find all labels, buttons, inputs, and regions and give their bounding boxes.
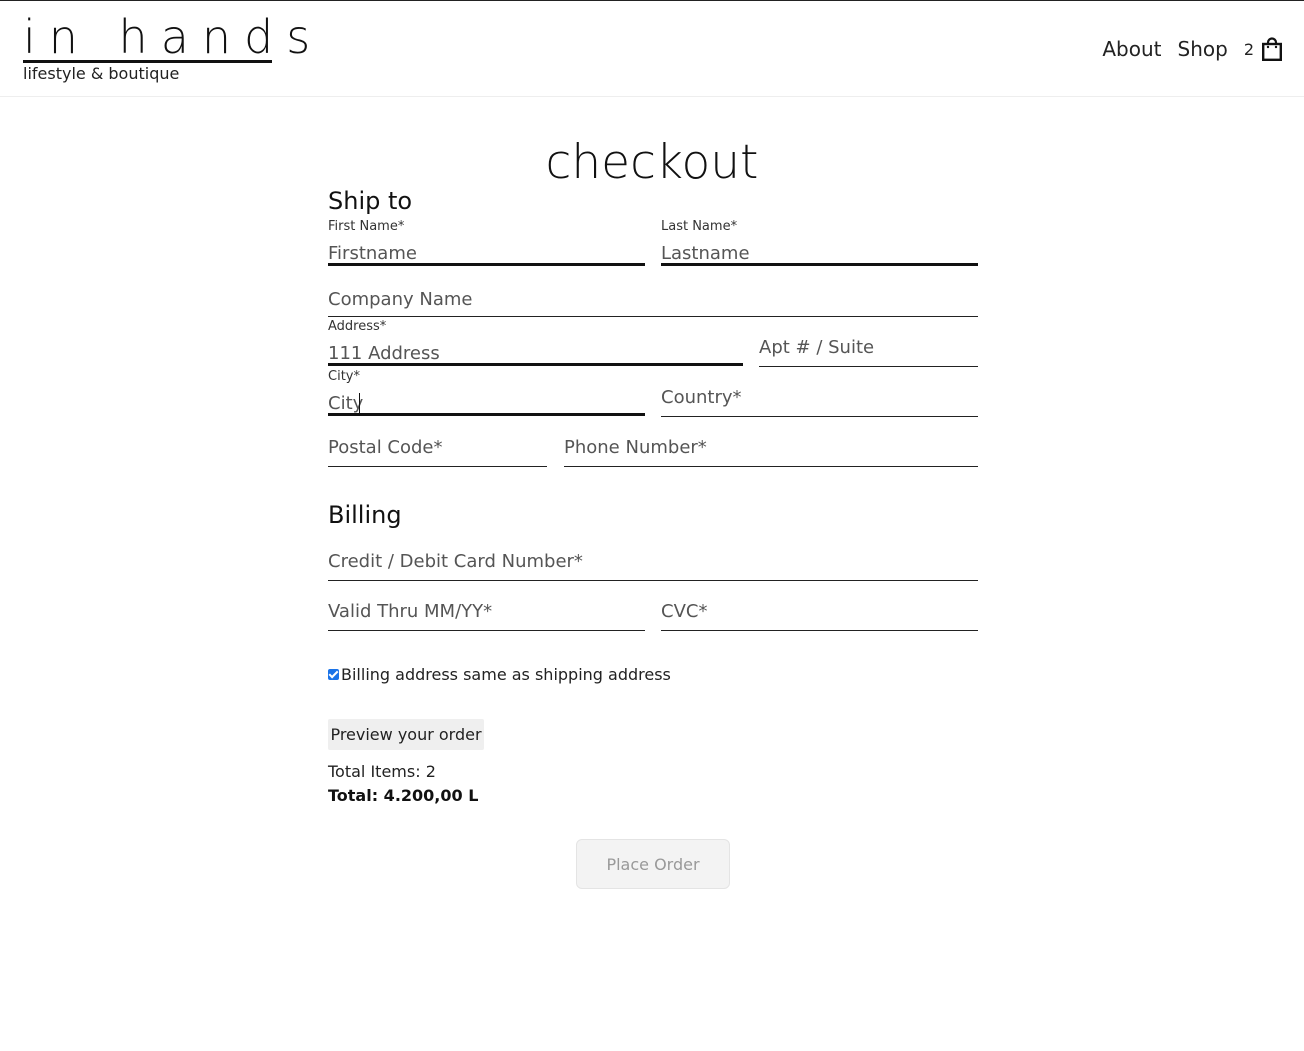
- place-order-button[interactable]: Place Order: [576, 839, 730, 889]
- city-underline: [328, 413, 645, 416]
- address-field: Address*: [328, 319, 743, 367]
- city-field: City*: [328, 369, 645, 417]
- site-header: in hands lifestyle & boutique About Shop…: [0, 1, 1304, 97]
- address-label: Address*: [328, 319, 387, 334]
- card-number-underline: [328, 580, 978, 581]
- valid-thru-underline: [328, 630, 645, 631]
- nav-shop-link[interactable]: Shop: [1178, 37, 1228, 61]
- cart-count: 2: [1243, 39, 1254, 59]
- first-name-input[interactable]: [328, 241, 645, 265]
- last-name-underline: [661, 263, 978, 266]
- cvc-field: [661, 599, 978, 631]
- last-name-field: Last Name*: [661, 219, 978, 267]
- cvc-underline: [661, 630, 978, 631]
- order-total: Total: 4.200,00 L: [328, 786, 479, 805]
- valid-thru-field: [328, 599, 645, 631]
- logo-subtitle: lifestyle & boutique: [23, 64, 180, 83]
- city-label: City*: [328, 369, 360, 384]
- card-number-input[interactable]: [328, 549, 978, 573]
- phone-field: [564, 435, 978, 467]
- apt-field: [759, 335, 978, 367]
- first-name-label: First Name*: [328, 219, 405, 234]
- last-name-label: Last Name*: [661, 219, 738, 234]
- ship-to-heading: Ship to: [328, 187, 413, 215]
- valid-thru-input[interactable]: [328, 599, 645, 623]
- main-nav: About Shop 2: [1086, 37, 1282, 61]
- shopping-bag-icon: [1262, 37, 1282, 61]
- postal-code-underline: [328, 466, 547, 467]
- city-input[interactable]: [328, 391, 645, 415]
- country-field: [661, 385, 978, 417]
- company-input[interactable]: [328, 287, 978, 311]
- apt-input[interactable]: [759, 335, 978, 359]
- logo-title: in hands: [23, 10, 324, 64]
- company-field: [328, 285, 978, 317]
- preview-order-button[interactable]: Preview your order: [328, 719, 484, 750]
- last-name-input[interactable]: [661, 241, 978, 265]
- same-address-row: Billing address same as shipping address: [328, 665, 671, 684]
- phone-input[interactable]: [564, 435, 978, 459]
- logo[interactable]: in hands lifestyle & boutique: [23, 13, 323, 83]
- same-address-checkbox[interactable]: [328, 669, 339, 680]
- page-title: checkout: [545, 135, 759, 190]
- postal-code-input[interactable]: [328, 435, 547, 459]
- total-items: Total Items: 2: [328, 762, 436, 781]
- cart-button[interactable]: 2: [1244, 37, 1282, 61]
- country-underline: [661, 416, 978, 417]
- apt-underline: [759, 366, 978, 367]
- text-caret: [359, 393, 360, 413]
- nav-about-link[interactable]: About: [1102, 37, 1161, 61]
- address-underline: [328, 363, 743, 366]
- first-name-field: First Name*: [328, 219, 645, 267]
- billing-heading: Billing: [328, 501, 402, 529]
- card-number-field: [328, 549, 978, 581]
- cvc-input[interactable]: [661, 599, 978, 623]
- company-underline: [328, 316, 978, 317]
- address-input[interactable]: [328, 341, 743, 365]
- same-address-label[interactable]: Billing address same as shipping address: [341, 665, 671, 684]
- phone-underline: [564, 466, 978, 467]
- first-name-underline: [328, 263, 645, 266]
- country-input[interactable]: [661, 385, 978, 409]
- postal-code-field: [328, 435, 547, 467]
